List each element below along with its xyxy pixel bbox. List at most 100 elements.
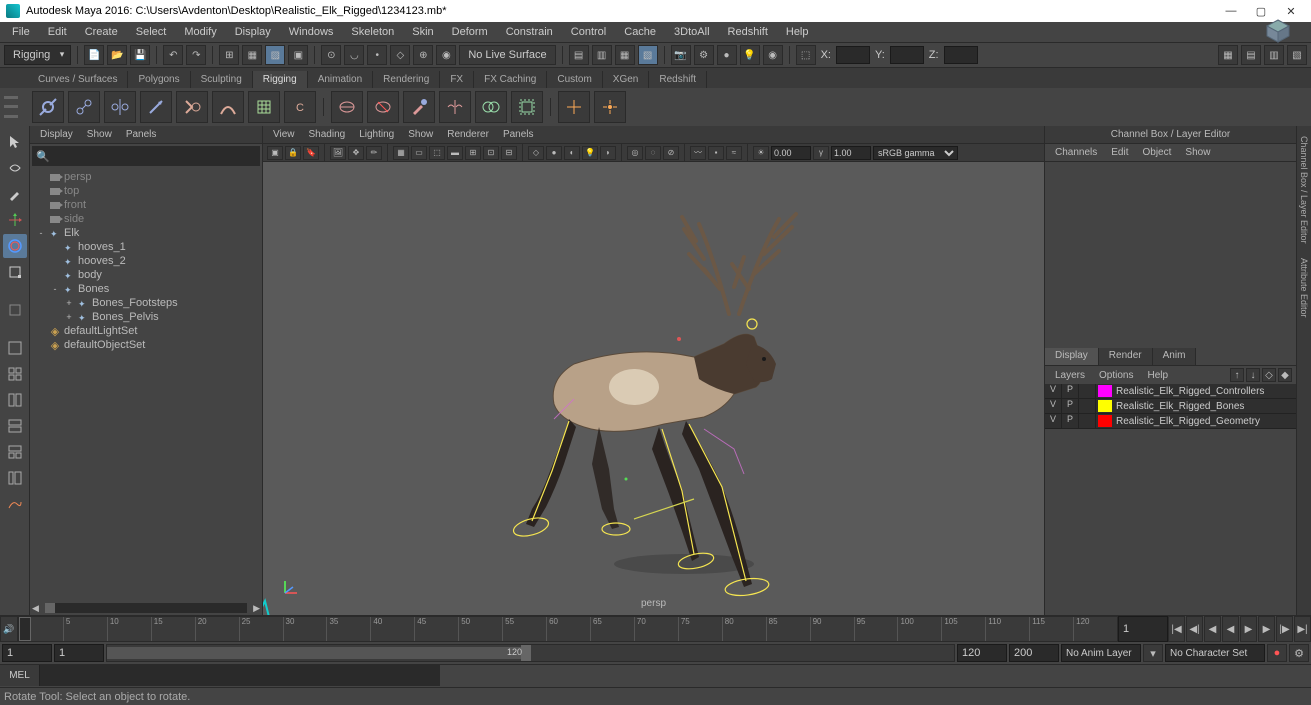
vp-exposure-icon[interactable]: ☀ <box>753 146 769 160</box>
anim-layer-options-icon[interactable]: ▾ <box>1143 644 1163 662</box>
outliner-item-defaultlightset[interactable]: ◈defaultLightSet <box>30 324 262 338</box>
render-settings-button[interactable]: ⚙ <box>694 45 714 65</box>
vp-depth-icon[interactable]: ▪ <box>708 146 724 160</box>
ik-handle-icon[interactable] <box>176 91 208 123</box>
toggle-channel-box-button[interactable]: ▧ <box>1287 45 1307 65</box>
new-scene-button[interactable]: 📄 <box>84 45 104 65</box>
step-forward-key-button[interactable]: |▶ <box>1276 616 1293 642</box>
outliner-menu-display[interactable]: Display <box>34 128 79 141</box>
vp-grease-icon[interactable]: ✏ <box>366 146 382 160</box>
view-menu-show[interactable]: Show <box>402 128 439 141</box>
viewport[interactable]: persp <box>263 162 1044 615</box>
outliner-item-bones_footsteps[interactable]: +Bones_Footsteps <box>30 296 262 310</box>
timeline-track[interactable]: 1510152025303540455055606570758085909510… <box>18 616 1118 642</box>
outliner-search[interactable]: 🔍 <box>32 146 260 166</box>
snap-grid-button[interactable]: ⊙ <box>321 45 341 65</box>
layer-tab-render[interactable]: Render <box>1099 348 1153 365</box>
snap-plane-button[interactable]: ◇ <box>390 45 410 65</box>
save-scene-button[interactable]: 💾 <box>130 45 150 65</box>
menu-display[interactable]: Display <box>227 24 279 40</box>
menu-create[interactable]: Create <box>77 24 126 40</box>
shelf-tab-polygons[interactable]: Polygons <box>128 71 190 88</box>
point-constraint-icon[interactable] <box>594 91 626 123</box>
layer-menu-options[interactable]: Options <box>1093 369 1139 382</box>
vp-shadows-icon[interactable]: ◗ <box>600 146 616 160</box>
vp-image-plane-icon[interactable]: 🖼 <box>330 146 346 160</box>
vp-film-gate-icon[interactable]: ▭ <box>411 146 427 160</box>
render-current-button[interactable]: 📷 <box>671 45 691 65</box>
layer-menu-layers[interactable]: Layers <box>1049 369 1091 382</box>
outliner-item-hooves_2[interactable]: hooves_2 <box>30 254 262 268</box>
two-pane-side-icon[interactable] <box>3 388 27 412</box>
two-pane-stack-icon[interactable] <box>3 414 27 438</box>
light-editor-button[interactable]: 💡 <box>740 45 760 65</box>
expander-icon[interactable]: + <box>64 312 74 322</box>
layers-list[interactable]: VPRealistic_Elk_Rigged_ControllersVPReal… <box>1045 384 1296 429</box>
rtab-channel-box[interactable]: Channel Box / Layer Editor <box>1298 130 1310 250</box>
expander-icon[interactable]: - <box>50 284 60 294</box>
vp-xray-joints-icon[interactable]: ⊘ <box>663 146 679 160</box>
vp-gamma-icon[interactable]: γ <box>813 146 829 160</box>
shelf-tab-curves[interactable]: Curves / Surfaces <box>28 71 128 88</box>
layer-playback-toggle[interactable]: P <box>1062 384 1079 398</box>
vp-select-camera-icon[interactable]: ▣ <box>267 146 283 160</box>
vp-exposure-input[interactable] <box>771 146 811 160</box>
vp-safe-title-icon[interactable]: ⊟ <box>501 146 517 160</box>
three-pane-icon[interactable] <box>3 440 27 464</box>
paint-select-tool[interactable] <box>3 182 27 206</box>
paint-weights-icon[interactable] <box>403 91 435 123</box>
expander-icon[interactable]: - <box>36 228 46 238</box>
menu-cache[interactable]: Cache <box>616 24 664 40</box>
cmdline-input[interactable] <box>40 665 440 686</box>
construction-history-button[interactable]: ▤ <box>569 45 589 65</box>
play-forward-button[interactable]: ▶ <box>1240 616 1257 642</box>
go-to-end-button[interactable]: ▶| <box>1294 616 1311 642</box>
input-mode-button[interactable]: ⬚ <box>796 45 816 65</box>
vp-color-space-select[interactable]: sRGB gamma <box>873 146 958 160</box>
layer-row[interactable]: VPRealistic_Elk_Rigged_Controllers <box>1045 384 1296 399</box>
menu-3dtoall[interactable]: 3DtoAll <box>666 24 717 40</box>
undo-button[interactable]: ↶ <box>163 45 183 65</box>
vp-field-chart-icon[interactable]: ⊞ <box>465 146 481 160</box>
outliner-hscroll[interactable] <box>45 603 247 613</box>
layer-type-cell[interactable] <box>1079 399 1096 413</box>
menu-skin[interactable]: Skin <box>404 24 441 40</box>
view-menu-shading[interactable]: Shading <box>303 128 352 141</box>
render-globals-button[interactable]: ◉ <box>763 45 783 65</box>
vp-wireframe-icon[interactable]: ◇ <box>528 146 544 160</box>
mirror-joint-icon[interactable] <box>104 91 136 123</box>
shelf-tab-rigging[interactable]: Rigging <box>253 71 308 88</box>
menu-skeleton[interactable]: Skeleton <box>343 24 402 40</box>
lasso-tool[interactable] <box>3 156 27 180</box>
z-input[interactable] <box>944 46 978 64</box>
view-menu-view[interactable]: View <box>267 128 301 141</box>
module-selector[interactable]: Rigging <box>4 45 71 65</box>
menu-windows[interactable]: Windows <box>281 24 342 40</box>
channel-menu-show[interactable]: Show <box>1179 146 1216 159</box>
move-layer-down-icon[interactable]: ↓ <box>1246 368 1260 382</box>
view-cube-icon[interactable] <box>1263 16 1293 46</box>
outliner-tree[interactable]: persptopfrontside-Elkhooves_1hooves_2bod… <box>30 168 262 601</box>
cmdline-language-label[interactable]: MEL <box>0 665 40 686</box>
view-menu-lighting[interactable]: Lighting <box>353 128 400 141</box>
layer-type-cell[interactable] <box>1079 414 1096 428</box>
snap-curve-button[interactable]: ◡ <box>344 45 364 65</box>
range-start-outer-field[interactable]: 1 <box>2 644 52 662</box>
menu-edit[interactable]: Edit <box>40 24 75 40</box>
select-tool[interactable] <box>3 130 27 154</box>
menu-select[interactable]: Select <box>128 24 175 40</box>
vp-xray-icon[interactable]: ◌ <box>645 146 661 160</box>
vp-lights-icon[interactable]: 💡 <box>582 146 598 160</box>
detach-skin-icon[interactable] <box>367 91 399 123</box>
rotate-tool[interactable] <box>3 234 27 258</box>
scroll-right-icon[interactable]: ▶ <box>251 603 262 614</box>
redo-button[interactable]: ↷ <box>186 45 206 65</box>
create-joint-icon[interactable] <box>32 91 64 123</box>
rtab-attribute-editor[interactable]: Attribute Editor <box>1298 252 1310 324</box>
outliner-item-defaultobjectset[interactable]: ◈defaultObjectSet <box>30 338 262 352</box>
wrap-icon[interactable] <box>511 91 543 123</box>
hypershade-button[interactable]: ● <box>717 45 737 65</box>
x-input[interactable] <box>836 46 870 64</box>
outliner-pane-icon[interactable] <box>3 466 27 490</box>
expander-icon[interactable]: + <box>64 298 74 308</box>
